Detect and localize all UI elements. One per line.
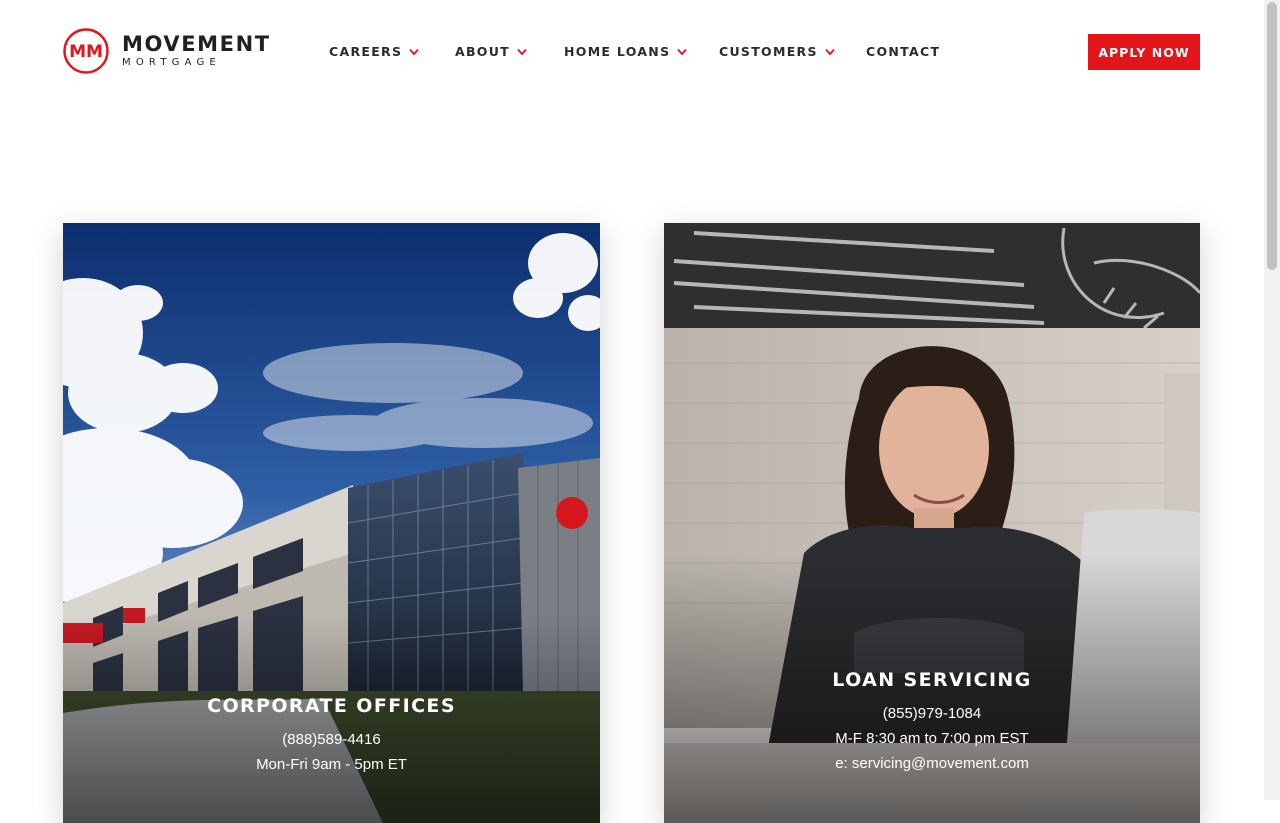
- phone-number[interactable]: (888)589-4416: [63, 727, 600, 752]
- brand-subname: MORTGAGE: [122, 57, 221, 68]
- nav-customers[interactable]: CUSTOMERS: [719, 44, 835, 59]
- chevron-down-icon: [517, 48, 527, 55]
- nav-home-loans[interactable]: HOME LOANS: [564, 44, 688, 59]
- card-title: LOAN SERVICING: [832, 669, 1032, 691]
- chevron-down-icon: [409, 48, 419, 55]
- apply-now-button[interactable]: APPLY NOW: [1088, 34, 1200, 70]
- brand-name: MOVEMENT: [122, 32, 271, 56]
- site-header: MM MOVEMENT MORTGAGE CAREERS ABOUT HOME …: [0, 0, 1264, 105]
- servicing-hours: M-F 8:30 am to 7:00 pm EST: [835, 730, 1029, 747]
- office-hours: Mon-Fri 9am - 5pm ET: [256, 756, 407, 773]
- servicing-email[interactable]: e: servicing@movement.com: [664, 751, 1200, 776]
- chevron-down-icon: [825, 48, 835, 55]
- nav-careers[interactable]: CAREERS: [329, 44, 419, 59]
- nav-about[interactable]: ABOUT: [455, 44, 527, 59]
- svg-text:MM: MM: [69, 42, 103, 62]
- corporate-offices-card[interactable]: CORPORATE OFFICES (888)589-4416 Mon-Fri …: [63, 223, 600, 823]
- nav-contact[interactable]: CONTACT: [866, 44, 940, 59]
- mm-logo-icon: MM: [63, 28, 109, 74]
- corporate-offices-caption: CORPORATE OFFICES (888)589-4416 Mon-Fri …: [63, 695, 600, 777]
- loan-servicing-card[interactable]: LOAN SERVICING (855)979-1084 M-F 8:30 am…: [664, 223, 1200, 823]
- page-scrollbar[interactable]: [1264, 0, 1280, 800]
- scrollbar-thumb[interactable]: [1267, 2, 1277, 270]
- phone-number[interactable]: (855)979-1084: [664, 701, 1200, 726]
- card-title: CORPORATE OFFICES: [207, 695, 456, 717]
- chevron-down-icon: [677, 48, 688, 55]
- brand-logo[interactable]: MM MOVEMENT MORTGAGE: [63, 28, 271, 74]
- loan-servicing-caption: LOAN SERVICING (855)979-1084 M-F 8:30 am…: [664, 669, 1200, 776]
